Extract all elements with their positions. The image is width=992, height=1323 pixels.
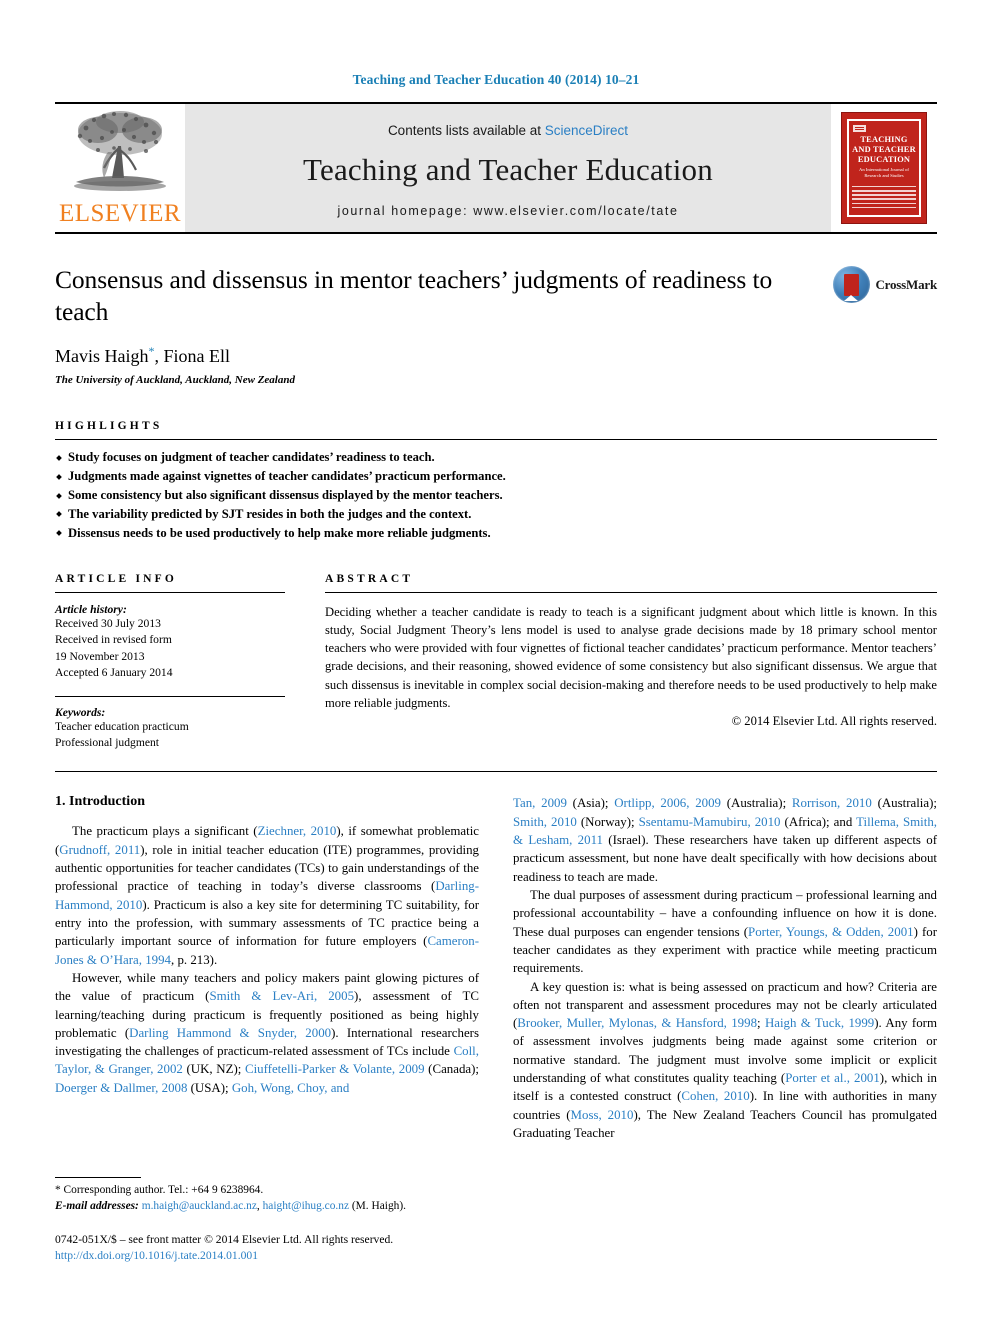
journal-title: Teaching and Teacher Education: [303, 151, 713, 187]
keyword-item: Teacher education practicum: [55, 719, 189, 733]
citation-link[interactable]: Darling-Hammond, 2010: [55, 879, 479, 911]
running-head: Teaching and Teacher Education 40 (2014)…: [352, 72, 640, 87]
article-info-divider: [55, 591, 285, 593]
journal-banner: ELSEVIER Contents lists available at Sci…: [55, 102, 937, 234]
citation-link[interactable]: Goh, Wong, Choy, and: [232, 1081, 349, 1095]
list-item: Study focuses on judgment of teacher can…: [55, 448, 937, 467]
history-received: Received 30 July 2013: [55, 616, 161, 630]
corresponding-author-note: * Corresponding author. Tel.: +64 9 6238…: [55, 1184, 264, 1197]
cover-publisher-mark-icon: [853, 125, 866, 132]
abstract-copyright: © 2014 Elsevier Ltd. All rights reserved…: [731, 714, 937, 729]
citation-link[interactable]: Ssentamu-Mamubiru, 2010: [639, 815, 781, 829]
article-body: 1. Introduction The practicum plays a si…: [55, 794, 937, 1264]
abstract-text: Deciding whether a teacher candidate is …: [325, 604, 937, 710]
paragraph: The practicum plays a significant (Ziech…: [55, 824, 479, 967]
citation-link[interactable]: Ciuffetelli-Parker & Volante, 2009: [245, 1062, 425, 1076]
cover-subtitle: An International Journal of Research and…: [859, 167, 909, 178]
author-list: Mavis Haigh*, Fiona Ell: [55, 344, 937, 367]
article-history-label: Article history:: [55, 602, 127, 616]
highlights-heading: HIGHLIGHTS: [55, 420, 163, 433]
history-revised-date: 19 November 2013: [55, 649, 145, 663]
body-column-right: Tan, 2009 (Asia); Ortlipp, 2006, 2009 (A…: [513, 794, 937, 1264]
crossmark-badge[interactable]: CrossMark: [833, 266, 937, 303]
list-item: The variability predicted by SJT resides…: [55, 505, 937, 524]
paragraph: A key question is: what is being assesse…: [513, 979, 937, 1141]
crossmark-label: CrossMark: [875, 276, 937, 292]
email-note: E-mail addresses: m.haigh@auckland.ac.nz…: [55, 1200, 406, 1213]
highlights-list: Study focuses on judgment of teacher can…: [55, 448, 937, 542]
cover-title-line3: EDUCATION: [857, 155, 911, 165]
doi-link[interactable]: http://dx.doi.org/10.1016/j.tate.2014.01…: [55, 1248, 479, 1264]
keywords-block: Keywords: Teacher education practicum Pr…: [55, 706, 285, 752]
author-names: Mavis Haigh*, Fiona Ell: [55, 344, 230, 367]
history-revised-label: Received in revised form: [55, 633, 172, 647]
citation-link[interactable]: Grudnoff, 2011: [59, 843, 140, 857]
article-info-heading: ARTICLE INFO: [55, 572, 178, 585]
journal-cover-cell: TEACHING AND TEACHER EDUCATION An Intern…: [831, 104, 937, 232]
highlights-section: HIGHLIGHTS Study focuses on judgment of …: [55, 420, 937, 542]
paragraph: Tan, 2009 (Asia); Ortlipp, 2006, 2009 (A…: [513, 796, 937, 884]
contents-prefix: Contents lists available at: [387, 122, 545, 138]
paragraph: The dual purposes of assessment during p…: [513, 887, 938, 976]
highlights-divider: [55, 439, 937, 441]
elsevier-logo: ELSEVIER: [55, 104, 185, 232]
crossmark-icon: [833, 266, 871, 303]
footnote-block: * Corresponding author. Tel.: +64 9 6238…: [55, 1177, 479, 1264]
citation-link[interactable]: Cohen, 2010: [681, 1089, 749, 1103]
keywords-divider: [55, 695, 285, 697]
email-suffix: (M. Haigh).: [351, 1200, 406, 1213]
citation-link[interactable]: Moss, 2010: [571, 1108, 634, 1122]
citation-link[interactable]: Ortlipp, 2006, 2009: [614, 796, 721, 810]
citation-link[interactable]: Doerger & Dallmer, 2008: [55, 1081, 187, 1095]
list-item: Some consistency but also significant di…: [55, 486, 937, 505]
issn-line: 0742-051X/$ – see front matter © 2014 El…: [55, 1232, 479, 1265]
email-link-primary[interactable]: m.haigh@auckland.ac.nz: [142, 1200, 257, 1212]
citation-link[interactable]: Smith & Lev-Ari, 2005: [209, 989, 354, 1003]
sciencedirect-link[interactable]: ScienceDirect: [545, 123, 628, 138]
abstract-divider: [325, 591, 937, 593]
citation-link[interactable]: Smith, 2010: [513, 815, 577, 829]
cover-title-line1: TEACHING: [860, 134, 908, 144]
keyword-item: Professional judgment: [55, 735, 160, 749]
list-item: Judgments made against vignettes of teac…: [55, 467, 937, 486]
corresponding-author-marker: *: [148, 344, 155, 359]
body-column-left: 1. Introduction The practicum plays a si…: [55, 794, 479, 1264]
cover-title-line2: AND TEACHER: [852, 144, 916, 154]
elsevier-tree-icon: [74, 111, 166, 191]
banner-center: Contents lists available at ScienceDirec…: [185, 104, 831, 232]
title-block: Consensus and dissensus in mentor teache…: [55, 264, 937, 386]
cover-decorative-lines: [852, 183, 916, 211]
citation-link[interactable]: Cameron-Jones & O’Hara, 1994: [55, 934, 479, 966]
citation-link[interactable]: Rorrison, 2010: [792, 796, 872, 810]
citation-link[interactable]: Porter, Youngs, & Odden, 2001: [748, 925, 914, 939]
page-title: Consensus and dissensus in mentor teache…: [55, 265, 773, 327]
citation-link[interactable]: Ziechner, 2010: [258, 824, 337, 838]
history-accepted: Accepted 6 January 2014: [55, 666, 173, 680]
email-link-secondary[interactable]: haight@ihug.co.nz: [263, 1200, 349, 1212]
affiliation: The University of Auckland, Auckland, Ne…: [55, 374, 295, 387]
contents-available-line: Contents lists available at ScienceDirec…: [388, 123, 628, 138]
email-label: E-mail addresses:: [55, 1200, 139, 1213]
abstract-column: ABSTRACT Deciding whether a teacher cand…: [325, 573, 937, 752]
keywords-label: Keywords:: [55, 705, 106, 719]
citation-link[interactable]: Tan, 2009: [513, 796, 567, 810]
section-heading-introduction: 1. Introduction: [55, 794, 145, 810]
journal-homepage-link[interactable]: journal homepage: www.elsevier.com/locat…: [337, 204, 678, 218]
article-history-block: Article history: Received 30 July 2013 R…: [55, 603, 285, 682]
article-info-column: ARTICLE INFO Article history: Received 3…: [55, 573, 285, 752]
citation-link[interactable]: Darling Hammond & Snyder, 2000: [129, 1026, 331, 1040]
abstract-heading: ABSTRACT: [325, 572, 414, 585]
citation-link[interactable]: Brooker, Muller, Mylonas, & Hansford, 19…: [517, 1016, 757, 1030]
citation-link[interactable]: Haigh & Tuck, 1999: [765, 1016, 874, 1030]
body-top-divider: [55, 771, 937, 773]
issn-text: 0742-051X/$ – see front matter © 2014 El…: [55, 1232, 394, 1246]
paragraph: However, while many teachers and policy …: [55, 970, 479, 1095]
journal-cover-thumbnail[interactable]: TEACHING AND TEACHER EDUCATION An Intern…: [841, 112, 927, 224]
footnote-divider: [55, 1177, 141, 1179]
citation-link[interactable]: Porter et al., 2001: [785, 1071, 880, 1085]
elsevier-wordmark: ELSEVIER: [58, 200, 182, 227]
article-page: Teaching and Teacher Education 40 (2014)…: [0, 0, 992, 1323]
list-item: Dissensus needs to be used productively …: [55, 524, 937, 543]
info-abstract-section: ARTICLE INFO Article history: Received 3…: [55, 573, 937, 752]
